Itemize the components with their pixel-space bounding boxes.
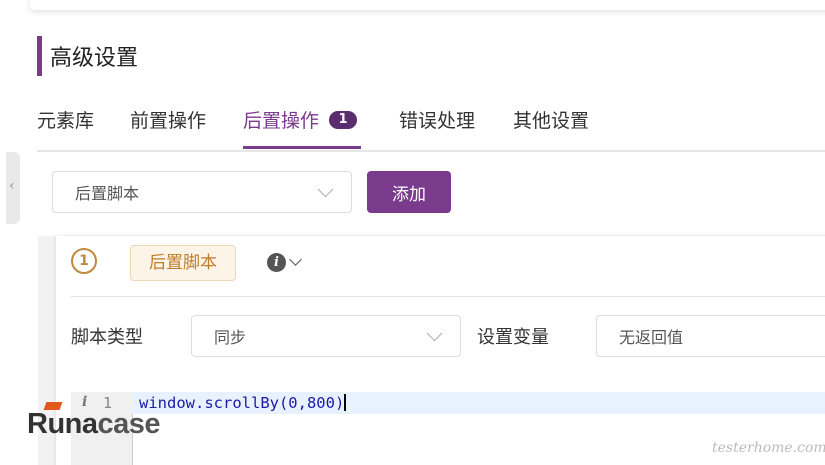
tab-label: 后置操作 [243, 110, 320, 132]
code-content: window.scrollBy(0,800) [139, 394, 345, 412]
card-divider [71, 296, 825, 297]
chevron-left-icon: ‹ [9, 178, 15, 194]
tab-label: 错误处理 [399, 110, 476, 132]
tab-label: 元素库 [37, 110, 95, 132]
select-value: 后置脚本 [75, 184, 140, 203]
code-text[interactable]: window.scrollBy(0,800) [139, 394, 347, 412]
top-card [30, 0, 825, 10]
script-type-label: 脚本类型 [71, 327, 143, 348]
tab-bar: 元素库 前置操作 后置操作 1 错误处理 其他设置 [37, 100, 825, 152]
logo-text-a: Runa [27, 408, 98, 440]
step-number: 1 [71, 248, 97, 274]
return-variable-select[interactable]: 无返回值 [596, 315, 825, 357]
tab-other-settings[interactable]: 其他设置 [513, 106, 589, 133]
logo-text-b: case [97, 408, 161, 440]
select-value: 无返回值 [619, 328, 684, 347]
section-accent-bar [37, 36, 42, 76]
tab-post-actions[interactable]: 后置操作 1 [243, 106, 362, 149]
chevron-down-icon [317, 181, 334, 197]
script-type-select[interactable]: 后置脚本 [52, 171, 352, 213]
logo-mark [43, 402, 63, 410]
tab-pre-actions[interactable]: 前置操作 [130, 106, 206, 133]
count-badge: 1 [329, 110, 358, 129]
add-button[interactable]: 添加 [367, 171, 451, 213]
sync-mode-select[interactable]: 同步 [191, 315, 461, 357]
tab-error-handling[interactable]: 错误处理 [399, 106, 475, 133]
info-icon[interactable]: i [267, 253, 286, 272]
tab-label: 前置操作 [130, 110, 207, 132]
tab-label: 其他设置 [513, 110, 590, 132]
tab-element-library[interactable]: 元素库 [37, 106, 94, 133]
section-header: 高级设置 [37, 36, 138, 76]
set-variable-label: 设置变量 [477, 327, 549, 348]
watermark: testerhome.com [712, 440, 825, 456]
collapse-handle[interactable]: ‹ [6, 152, 20, 224]
page: 高级设置 元素库 前置操作 后置操作 1 错误处理 其他设置 ‹ 后置脚本 添加… [0, 0, 825, 465]
runacase-logo: Runacase [27, 402, 161, 441]
select-value: 同步 [214, 328, 247, 347]
text-cursor [344, 394, 347, 411]
section-title: 高级设置 [50, 46, 139, 71]
script-tag: 后置脚本 [130, 245, 236, 281]
chevron-down-icon [426, 325, 443, 341]
